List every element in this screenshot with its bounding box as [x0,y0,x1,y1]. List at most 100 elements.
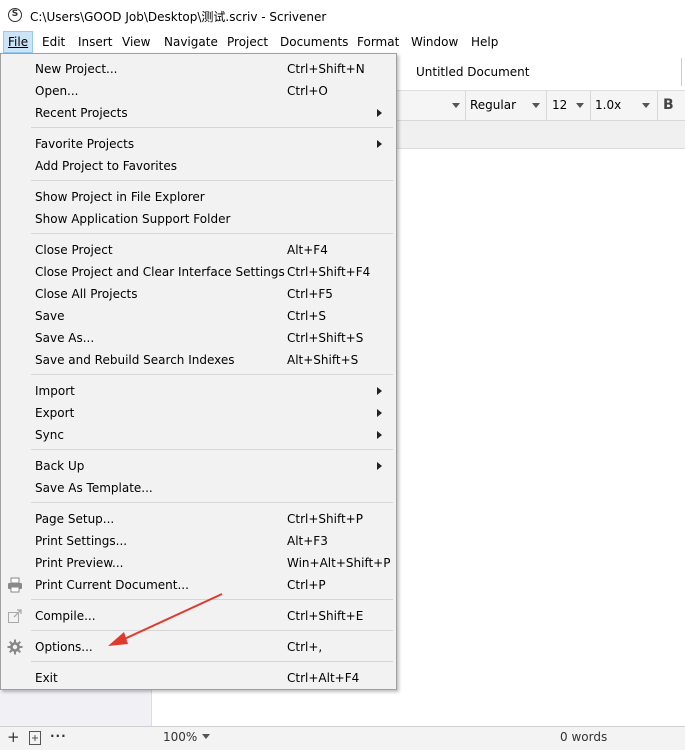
menu-item-label: Open... [35,84,79,98]
menu-item-shortcut: Alt+Shift+S [287,353,359,367]
menu-item-shortcut: Ctrl+Shift+E [287,609,364,623]
font-family-select[interactable] [397,95,464,116]
chevron-down-icon [576,103,584,108]
menu-separator [31,374,393,375]
format-divider [590,91,591,120]
menu-item-save-rebuild-indexes[interactable]: Save and Rebuild Search Indexes Alt+Shift… [1,349,396,371]
menu-item-save[interactable]: Save Ctrl+S [1,305,396,327]
menu-item-label: Favorite Projects [35,137,135,151]
menu-item-import[interactable]: Import [1,380,396,402]
menu-separator [31,127,393,128]
zoom-select[interactable]: 100% [163,730,211,744]
menu-item-back-up[interactable]: Back Up [1,455,396,477]
chevron-down-icon [532,103,540,108]
menu-window-label: Window [411,35,459,49]
menu-item-shortcut: Ctrl+Shift+S [287,331,364,345]
menu-bar: File Edit Insert View Navigate Project D… [0,31,685,53]
menu-item-shortcut: Ctrl+O [287,84,328,98]
menu-separator [31,599,393,600]
submenu-arrow-icon [377,431,382,439]
menu-item-label: Compile... [35,609,96,623]
menu-separator [31,502,393,503]
menu-item-shortcut: Ctrl+Shift+N [287,62,365,76]
menu-item-label: New Project... [35,62,118,76]
font-style-select[interactable]: Regular [470,95,544,116]
menu-item-save-as[interactable]: Save As... Ctrl+Shift+S [1,327,396,349]
menu-item-label: Page Setup... [35,512,115,526]
add-icon[interactable]: + [7,728,20,746]
menu-help-label: Help [471,35,499,49]
menu-item-print-settings[interactable]: Print Settings... Alt+F3 [1,530,396,552]
menu-item-sync[interactable]: Sync [1,424,396,446]
menu-project[interactable]: Project [223,31,272,53]
menu-view[interactable]: View [118,31,154,53]
menu-navigate[interactable]: Navigate [160,31,222,53]
menu-separator [31,233,393,234]
menu-navigate-label: Navigate [164,35,218,49]
menu-edit-label: Edit [42,35,66,49]
menu-item-shortcut: Alt+F4 [287,243,328,257]
menu-format[interactable]: Format [353,31,403,53]
menu-item-export[interactable]: Export [1,402,396,424]
menu-item-open[interactable]: Open... Ctrl+O [1,80,396,102]
menu-insert[interactable]: Insert [74,31,116,53]
menu-file[interactable]: File [3,31,34,53]
menu-item-label: Add Project to Favorites [35,159,177,173]
menu-item-print-current-document[interactable]: Print Current Document... Ctrl+P [1,574,396,596]
printer-icon [7,577,23,593]
menu-item-close-all[interactable]: Close All Projects Ctrl+F5 [1,283,396,305]
menu-item-label: Close Project [35,243,113,257]
title-bar: S C:\Users\GOOD Job\Desktop\测试.scriv - S… [0,0,685,31]
submenu-arrow-icon [377,387,382,395]
menu-item-options[interactable]: Options... Ctrl+, [1,636,396,658]
document-title[interactable]: Untitled Document [416,65,529,79]
menu-item-label: Back Up [35,459,85,473]
menu-item-add-to-favorites[interactable]: Add Project to Favorites [1,155,396,177]
menu-item-label: Sync [35,428,64,442]
menu-help[interactable]: Help [467,31,502,53]
menu-project-label: Project [227,35,269,49]
menu-item-shortcut: Ctrl+S [287,309,327,323]
menu-item-shortcut: Ctrl+Shift+P [287,512,363,526]
menu-insert-label: Insert [78,35,113,49]
chevron-down-icon [642,103,650,108]
header-divider [681,58,682,86]
add-folder-icon[interactable] [29,731,41,748]
menu-documents[interactable]: Documents [276,31,352,53]
submenu-arrow-icon [377,462,382,470]
submenu-arrow-icon [377,409,382,417]
menu-separator [31,661,393,662]
file-menu: New Project... Ctrl+Shift+N Open... Ctrl+O… [0,53,397,690]
window-title: C:\Users\GOOD Job\Desktop\测试.scriv - Scr… [30,10,327,24]
menu-edit[interactable]: Edit [38,31,69,53]
menu-item-show-support-folder[interactable]: Show Application Support Folder [1,208,396,230]
scrivener-logo-icon: S [8,8,22,22]
gear-icon [7,639,23,655]
font-size-select[interactable]: 12 [552,95,588,116]
menu-item-recent-projects[interactable]: Recent Projects [1,102,396,124]
menu-item-label: Import [35,384,75,398]
menu-item-shortcut: Ctrl+Alt+F4 [287,671,360,685]
menu-item-page-setup[interactable]: Page Setup... Ctrl+Shift+P [1,508,396,530]
menu-item-exit[interactable]: Exit Ctrl+Alt+F4 [1,667,396,689]
menu-item-save-as-template[interactable]: Save As Template... [1,477,396,499]
menu-item-favorite-projects[interactable]: Favorite Projects [1,133,396,155]
menu-item-label: Save and Rebuild Search Indexes [35,353,235,367]
menu-item-close-project[interactable]: Close Project Alt+F4 [1,239,396,261]
bold-button[interactable]: B [663,95,681,116]
menu-item-shortcut: Win+Alt+Shift+P [287,556,391,570]
menu-item-new-project[interactable]: New Project... Ctrl+Shift+N [1,58,396,80]
menu-item-label: Print Settings... [35,534,128,548]
line-spacing-select[interactable]: 1.0x [595,95,654,116]
menu-item-label: Save As... [35,331,95,345]
menu-file-label: File [8,35,29,49]
menu-item-show-in-explorer[interactable]: Show Project in File Explorer [1,186,396,208]
font-style-value: Regular [470,98,517,112]
submenu-arrow-icon [377,109,382,117]
menu-item-label: Print Preview... [35,556,124,570]
menu-window[interactable]: Window [407,31,462,53]
menu-item-compile[interactable]: Compile... Ctrl+Shift+E [1,605,396,627]
more-icon[interactable]: ··· [50,729,67,743]
menu-item-close-clear-settings[interactable]: Close Project and Clear Interface Settin… [1,261,396,283]
menu-item-print-preview[interactable]: Print Preview... Win+Alt+Shift+P [1,552,396,574]
